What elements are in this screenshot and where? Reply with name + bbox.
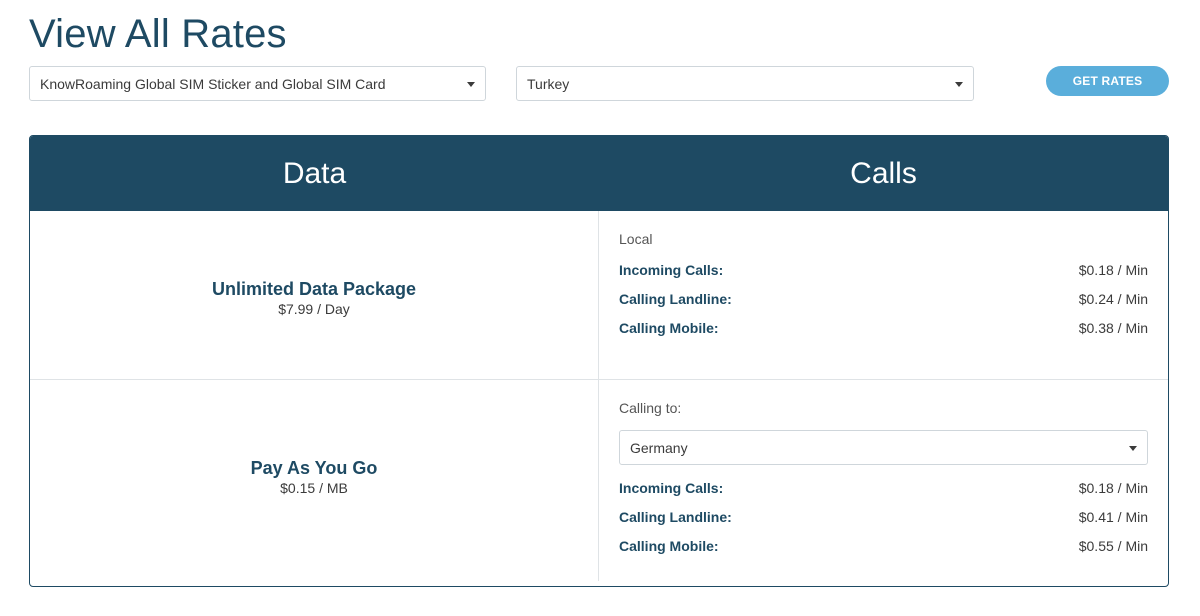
rate-label: Incoming Calls: [619, 261, 724, 278]
product-select[interactable]: KnowRoaming Global SIM Sticker and Globa… [29, 66, 486, 101]
local-label: Local [619, 231, 653, 247]
international-calls-cell: Calling to: Germany Incoming Calls: $0.1… [619, 400, 1148, 560]
plan-name: Unlimited Data Package [211, 279, 417, 299]
rate-line: Incoming Calls: $0.18 / Min [619, 255, 1148, 284]
rate-value: $0.18 / Min [1078, 261, 1148, 278]
chevron-down-icon [955, 82, 963, 87]
destination-select[interactable]: Germany [619, 430, 1148, 465]
header-calls: Calls [850, 156, 917, 190]
rate-line: Calling Mobile: $0.38 / Min [619, 313, 1148, 342]
rate-line: Calling Landline: $0.41 / Min [619, 502, 1148, 531]
rate-value: $0.38 / Min [1078, 319, 1148, 336]
country-select[interactable]: Turkey [516, 66, 974, 101]
product-select-value: KnowRoaming Global SIM Sticker and Globa… [40, 75, 386, 92]
rate-value: $0.55 / Min [1078, 537, 1148, 554]
plan-price: $0.15 / MB [280, 480, 348, 496]
local-calls-cell: Local Incoming Calls: $0.18 / Min Callin… [619, 231, 1148, 342]
destination-select-value: Germany [630, 439, 688, 456]
rate-value: $0.18 / Min [1078, 479, 1148, 496]
rate-line: Calling Mobile: $0.55 / Min [619, 531, 1148, 560]
rate-label: Calling Landline: [619, 290, 732, 307]
header-data: Data [282, 156, 347, 190]
country-select-value: Turkey [527, 75, 570, 92]
rate-line: Calling Landline: $0.24 / Min [619, 284, 1148, 313]
rates-row-payg: Pay As You Go $0.15 / MB Calling to: Ger… [30, 380, 1168, 586]
data-plan-cell: Pay As You Go $0.15 / MB [30, 458, 598, 496]
rate-line: Incoming Calls: $0.18 / Min [619, 473, 1148, 502]
chevron-down-icon [1129, 446, 1137, 451]
rate-label: Calling Landline: [619, 508, 732, 525]
get-rates-button[interactable]: GET RATES [1046, 66, 1169, 96]
plan-name: Pay As You Go [250, 458, 378, 478]
rate-label: Incoming Calls: [619, 479, 724, 496]
rate-value: $0.41 / Min [1078, 508, 1148, 525]
chevron-down-icon [467, 82, 475, 87]
rate-label: Calling Mobile: [619, 319, 719, 336]
rates-table: Data Calls Unlimited Data Package $7.99 … [29, 135, 1169, 587]
rate-label: Calling Mobile: [619, 537, 719, 554]
data-plan-cell: Unlimited Data Package $7.99 / Day [30, 279, 598, 317]
rates-row-unlimited: Unlimited Data Package $7.99 / Day Local… [30, 211, 1168, 380]
page-title: View All Rates [29, 12, 287, 56]
plan-price: $7.99 / Day [278, 301, 350, 317]
rates-header: Data Calls [30, 136, 1168, 211]
calling-to-label: Calling to: [619, 400, 682, 416]
rate-value: $0.24 / Min [1078, 290, 1148, 307]
